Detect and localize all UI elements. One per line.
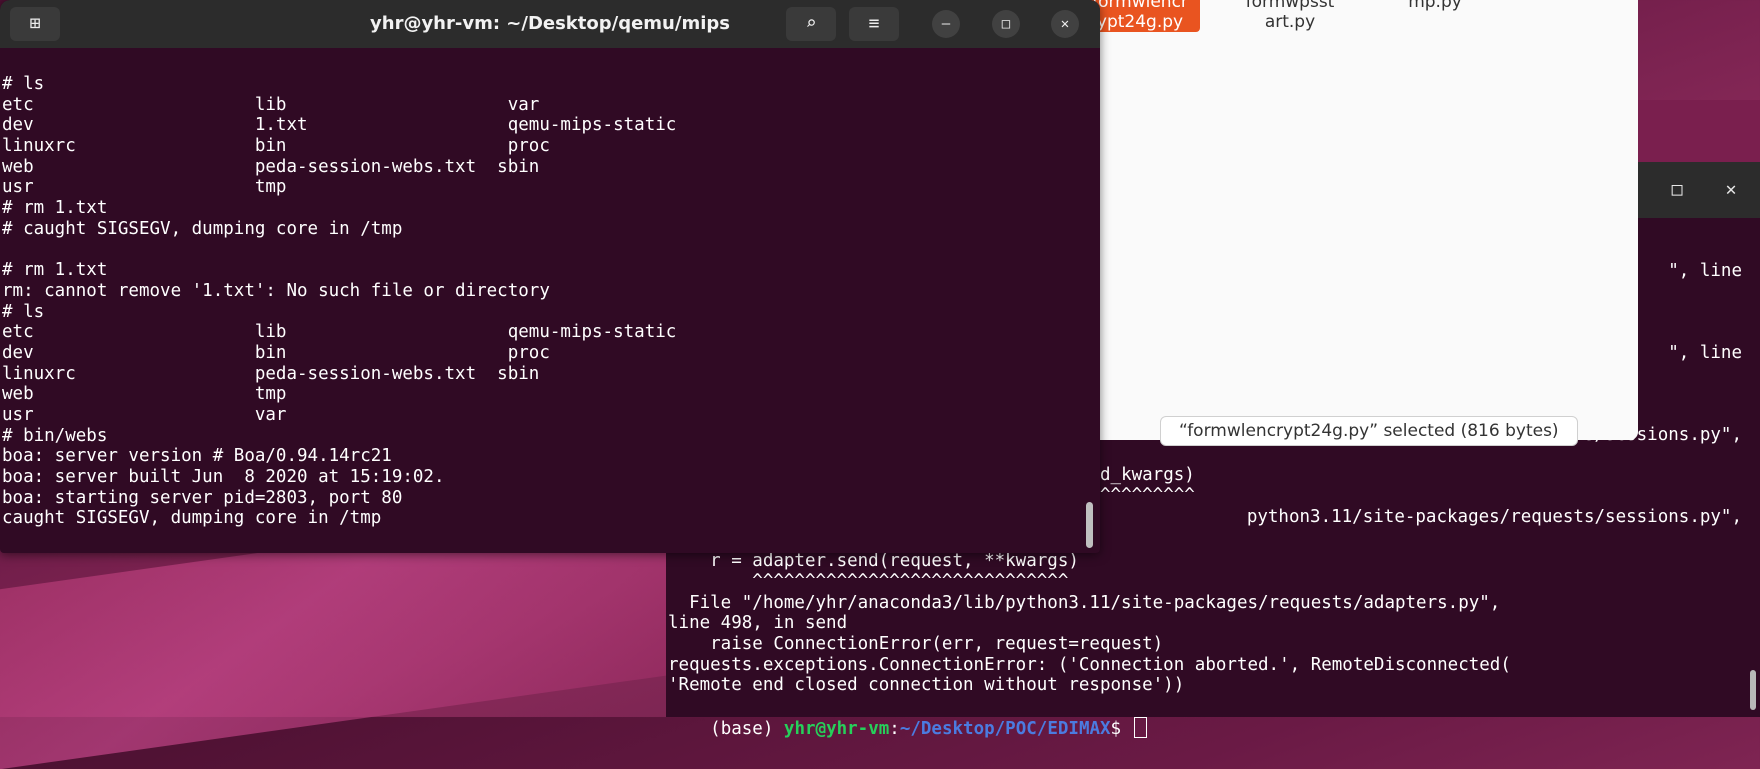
maximize-icon[interactable]: □ (1662, 175, 1692, 205)
terminal-line: usr var (2, 405, 287, 425)
terminal-line-fragment: d_kwargs) (1100, 465, 1195, 485)
file-manager-window[interactable]: formwlencr ypt24g.py formwpsst art.py mp.p… (1080, 0, 1638, 446)
search-icon[interactable]: ⌕ (786, 7, 836, 41)
file-name-line: mp.py (1408, 0, 1462, 12)
prompt-env: (base) (710, 719, 784, 739)
hamburger-menu-icon[interactable]: ≡ (849, 7, 899, 41)
terminal-line-fragment: ", line (1668, 261, 1742, 281)
terminal-line: caught SIGSEGV, dumping core in /tmp (2, 508, 382, 529)
terminal-line: usr tmp (2, 177, 287, 198)
terminal-line-fragment: ^^^^^^^^^ (1100, 485, 1195, 505)
terminal-line: # ls (2, 74, 45, 94)
minimize-icon[interactable]: – (932, 10, 960, 38)
terminal-line: web peda-session-webs.txt sbin (2, 156, 540, 177)
terminal-prompt[interactable]: (base) yhr@yhr-vm:~/Desktop/POC/EDIMAX$ (668, 695, 1147, 739)
terminal-line: line 498, in send (668, 613, 848, 633)
scrollbar[interactable] (1750, 670, 1756, 710)
terminal-line: 'Remote end closed connection without re… (668, 675, 1185, 695)
file-name-line: formwlencr (1092, 0, 1188, 12)
terminal-line: boa: server built Jun 8 2020 at 15:19:02… (2, 467, 445, 488)
terminal-output[interactable]: # ls etc lib var dev 1.txt qemu-mips-sta… (0, 74, 1100, 553)
terminal-line: etc lib qemu-mips-static (2, 322, 677, 343)
terminal-line: rm: cannot remove '1.txt': No such file … (2, 280, 550, 301)
terminal-window-front[interactable]: ⊞ yhr@yhr-vm: ~/Desktop/qemu/mips ⌕ ≡ – … (0, 0, 1100, 553)
maximize-icon[interactable]: □ (992, 10, 1020, 38)
text-cursor (1133, 717, 1147, 738)
terminal-line: boa: server version # Boa/0.94.14rc21 (2, 446, 392, 467)
terminal-line: etc lib var (2, 94, 540, 115)
terminal-line: r = adapter.send(request, **kwargs) (668, 551, 1079, 571)
close-icon[interactable]: ✕ (1716, 175, 1746, 205)
prompt-path: ~/Desktop/POC/EDIMAX (899, 719, 1111, 739)
terminal-line: requests.exceptions.ConnectionError: ('C… (668, 655, 1511, 675)
terminal-line: # caught SIGSEGV, dumping core in /tmp (2, 218, 403, 239)
scrollbar[interactable] (1086, 502, 1093, 548)
prompt-symbol: $ (1110, 719, 1132, 739)
terminal-line: linuxrc bin proc (2, 136, 550, 157)
terminal-line: raise ConnectionError(err, request=reque… (668, 634, 1164, 654)
file-item[interactable]: mp.py (1375, 0, 1495, 12)
prompt-separator: : (889, 719, 900, 739)
terminal-line: linuxrc peda-session-webs.txt sbin (2, 363, 540, 384)
terminal-header: ⊞ yhr@yhr-vm: ~/Desktop/qemu/mips ⌕ ≡ – … (0, 0, 1100, 48)
selection-status-bar: “formwlencrypt24g.py” selected (816 byte… (1160, 416, 1578, 446)
terminal-line: # rm 1.txt (2, 260, 108, 281)
terminal-line: # ls (2, 301, 45, 322)
terminal-line: web tmp (2, 384, 287, 405)
terminal-line: dev bin proc (2, 342, 550, 363)
terminal-line: # rm 1.txt (2, 198, 108, 219)
terminal-line: ^^^^^^^^^^^^^^^^^^^^^^^^^^^^^^ (668, 571, 1069, 591)
terminal-line: File "/home/yhr/anaconda3/lib/python3.11… (668, 593, 1501, 613)
prompt-user: yhr@yhr-vm (783, 719, 890, 739)
terminal-line-fragment: ", line (1668, 343, 1742, 363)
terminal-line: # bin/webs (2, 425, 108, 446)
terminal-line-fragment: python3.11/site-packages/requests/sessio… (1246, 507, 1742, 527)
file-item[interactable]: formwpsst art.py (1230, 0, 1350, 32)
terminal-line: dev 1.txt qemu-mips-static (2, 115, 677, 136)
file-name-line: ypt24g.py (1096, 12, 1184, 32)
file-name-line: formwpsst (1245, 0, 1335, 12)
file-name-line: art.py (1264, 12, 1316, 32)
close-icon[interactable]: ✕ (1051, 10, 1079, 38)
terminal-line: boa: starting server pid=2803, port 80 (2, 487, 403, 508)
